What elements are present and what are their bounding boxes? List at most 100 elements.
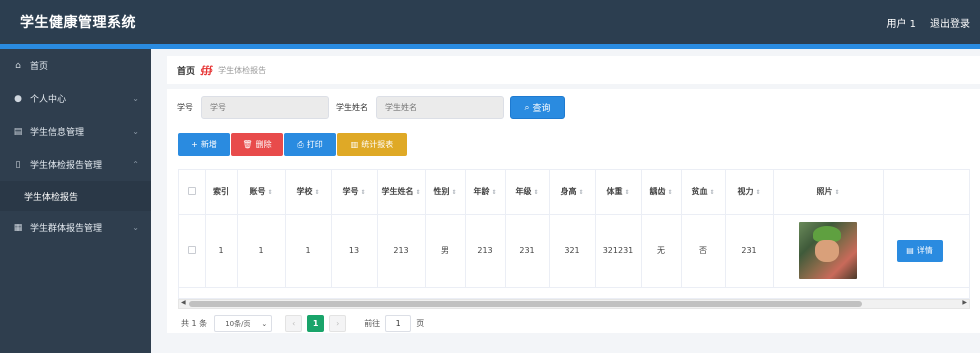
cell-grade: 231 [505,214,550,288]
content-panel: 学号 学生姓名 ⌕ 查询 +新增 🗑删除 ⎙打印 ▥统计报表 [167,89,980,333]
row-checkbox[interactable] [179,214,206,288]
column-header[interactable]: 贫血 ⇕ [681,170,726,215]
goto-page-input[interactable]: 1 [385,315,412,332]
student-id-input[interactable] [201,96,329,119]
pagination: 共 1 条 10条/页 ⌄ ‹ 1 › 前往 1 页 [181,315,424,332]
add-button[interactable]: + 新增 [178,133,230,156]
query-label: 查询 [532,104,551,114]
search-icon: ⌕ [524,102,530,113]
breadcrumb-home[interactable]: 首页 [177,64,195,77]
sort-icon: ⇕ [667,189,673,197]
column-header[interactable]: 视力 ⇕ [725,170,774,215]
cell-account: 1 [237,214,286,288]
report-table: 索引 账号 ⇕ 学校 ⇕ 学号 ⇕ 学生姓名 ⇕ 性别 ⇕ 年龄 ⇕ 年级 ⇕ 身高 ⇕ 体重 ⇕… [178,169,970,299]
plus-icon: + [191,140,198,149]
sidebar-item-health-report-mgmt[interactable]: ▯ 学生体检报告管理 ⌃ [0,148,151,181]
column-header[interactable]: 账号 ⇕ [237,170,286,215]
chevron-down-icon: ⌄ [132,223,139,232]
sort-icon: ⇕ [314,189,320,197]
id-card-icon: ▤ [13,126,23,137]
column-header[interactable]: 性别 ⇕ [425,170,466,215]
sort-icon: ⇕ [267,189,273,197]
column-header-actions [883,170,969,215]
detail-button[interactable]: ▤ 详情 [896,239,943,262]
action-toolbar: + 新增 🗑 删除 ⎙ 打印 ▥ 统计报表 [178,133,407,156]
stats-label: 统计报表 [361,140,394,149]
sort-icon: ⇕ [491,189,497,197]
sidebar-item-student-info[interactable]: ▤ 学生信息管理 ⌄ [0,115,151,148]
trash-icon: 🗑 [242,140,253,149]
detail-label: 详情 [916,246,933,255]
horizontal-scrollbar[interactable]: ◀ ▶ [178,299,970,309]
student-photo[interactable] [799,222,857,279]
sidebar-subitem-health-report[interactable]: 学生体检报告 [0,181,151,211]
sort-icon: ⇕ [709,189,715,197]
document-icon: ▤ [906,246,914,255]
logout-link[interactable]: 退出登录 [930,15,970,30]
sort-icon: ⇕ [360,189,366,197]
add-label: 新增 [200,140,217,149]
column-header[interactable]: 学生姓名 ⇕ [377,170,426,215]
column-header[interactable]: 身高 ⇕ [549,170,596,215]
user-menu[interactable]: 用户 1 [886,15,916,30]
column-header[interactable]: 年级 ⇕ [505,170,550,215]
chevron-down-icon: ⌄ [261,319,268,328]
page-suffix: 页 [416,319,425,328]
chevron-down-icon: ⌄ [132,94,139,103]
column-header[interactable]: 学号 ⇕ [331,170,378,215]
main-content: 首页 ∰ 学生体检报告 学号 学生姓名 ⌕ 查询 +新增 🗑删除 ⎙打印 ▥统 [151,49,980,353]
cell-school: 1 [285,214,332,288]
stats-report-button[interactable]: ▥ 统计报表 [337,133,407,156]
page-number-button[interactable]: 1 [307,315,325,332]
column-header: 索引 [205,170,238,215]
goto-label: 前往 [364,319,381,328]
top-header: 学生健康管理系统 用户 1 退出登录 [0,0,980,44]
document-icon: ▦ [13,222,23,233]
cell-weight: 321231 [595,214,642,288]
next-page-button[interactable]: › [329,315,347,332]
breadcrumb-current: 学生体检报告 [218,65,267,75]
print-button[interactable]: ⎙ 打印 [284,133,336,156]
student-name-input[interactable] [376,96,504,119]
sidebar-item-label: 个人中心 [30,95,67,105]
query-button[interactable]: ⌕ 查询 [510,96,565,119]
column-header[interactable]: 年龄 ⇕ [465,170,506,215]
column-header[interactable]: 龋齿 ⇕ [641,170,682,215]
sort-icon: ⇕ [755,189,761,197]
prev-page-button[interactable]: ‹ [285,315,303,332]
table-row: 1 1 1 13 213 男 213 231 321 321231 无 否 23… [179,214,969,288]
sort-icon: ⇕ [578,189,584,197]
home-icon: ⌂ [15,60,21,71]
printer-icon: ⎙ [297,139,304,149]
scroll-right-icon[interactable]: ▶ [962,299,967,306]
cell-name: 213 [377,214,426,288]
sort-icon: ⇕ [451,189,457,197]
cell-student-id: 13 [331,214,378,288]
column-header[interactable]: 学校 ⇕ [285,170,332,215]
sort-icon: ⇕ [415,189,421,197]
sidebar-item-home[interactable]: ⌂ 首页 [0,49,151,82]
cell-height: 321 [549,214,596,288]
sidebar: ⌂ 首页 ● 个人中心 ⌄ ▤ 学生信息管理 ⌄ ▯ 学生体检报告管理 ⌃ 学生… [0,49,151,353]
sidebar-item-group-report-mgmt[interactable]: ▦ 学生群体报告管理 ⌄ [0,211,151,244]
column-header[interactable]: 照片 ⇕ [773,170,884,215]
cell-photo [773,214,884,288]
chevron-up-icon: ⌃ [132,160,139,169]
clipboard-icon: ▯ [15,159,21,170]
breadcrumb-separator-icon: ∰ [200,64,214,76]
table-header-row: 索引 账号 ⇕ 学校 ⇕ 学号 ⇕ 学生姓名 ⇕ 性别 ⇕ 年龄 ⇕ 年级 ⇕ 身高 ⇕ 体重 ⇕… [179,170,969,215]
student-name-label: 学生姓名 [336,103,368,112]
page-size-select[interactable]: 10条/页 ⌄ [214,315,273,332]
sidebar-item-label: 学生体检报告管理 [30,161,103,171]
select-all-checkbox[interactable] [179,170,206,215]
delete-button[interactable]: 🗑 删除 [231,133,283,156]
scrollbar-thumb[interactable] [189,301,862,307]
sidebar-item-personal-center[interactable]: ● 个人中心 ⌄ [0,82,151,115]
print-label: 打印 [306,140,323,149]
scroll-left-icon[interactable]: ◀ [181,299,186,306]
column-header[interactable]: 体重 ⇕ [595,170,642,215]
sidebar-item-label: 首页 [30,62,49,72]
cell-actions: ▤ 详情 [883,214,969,288]
cell-vision: 231 [725,214,774,288]
cell-anemia: 否 [681,214,726,288]
